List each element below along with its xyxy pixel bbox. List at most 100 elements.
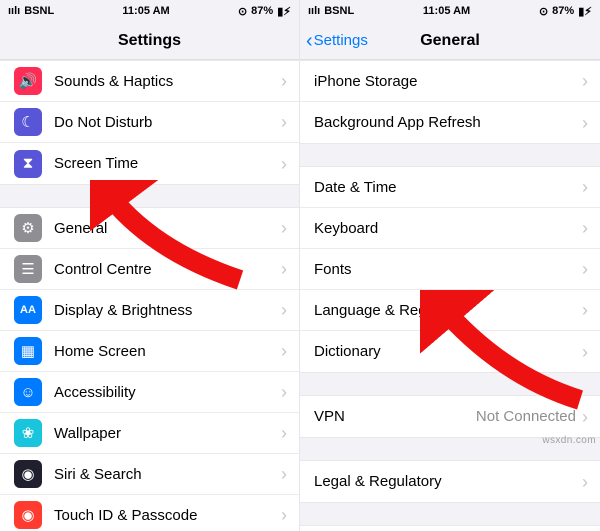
status-bar: ıılı BSNL 11:05 AM ⊙ 87% ▮⚡︎ [0, 0, 299, 22]
chevron-right-icon: › [281, 506, 287, 524]
signal-bars-icon: ıılı [8, 5, 20, 17]
gear-icon: ⚙︎ [14, 214, 42, 242]
general-group-reset: Reset › [300, 525, 600, 531]
chevron-right-icon: › [281, 465, 287, 483]
row-label: Sounds & Haptics [54, 73, 281, 90]
row-label: Control Centre [54, 261, 281, 278]
watermark: wsxdn.com [542, 435, 596, 446]
group-gap [300, 144, 600, 166]
row-reset[interactable]: Reset › [300, 526, 600, 531]
chevron-right-icon: › [582, 72, 588, 90]
row-wallpaper[interactable]: ❀ Wallpaper › [0, 413, 299, 454]
row-label: Legal & Regulatory [314, 473, 582, 490]
screen-settings: ıılı BSNL 11:05 AM ⊙ 87% ▮⚡︎ Settings 🔊 … [0, 0, 300, 531]
fingerprint-icon: ◉ [14, 501, 42, 529]
alarm-icon: ⊙ [238, 5, 247, 18]
row-date-time[interactable]: Date & Time › [300, 167, 600, 208]
settings-scroll[interactable]: 🔊 Sounds & Haptics › ☾ Do Not Disturb › … [0, 60, 299, 531]
group-gap [300, 503, 600, 525]
chevron-right-icon: › [281, 72, 287, 90]
row-legal-regulatory[interactable]: Legal & Regulatory › [300, 461, 600, 502]
row-accessibility[interactable]: ☺︎ Accessibility › [0, 372, 299, 413]
battery-percent: 87% [251, 5, 273, 17]
general-group-storage: iPhone Storage › Background App Refresh … [300, 60, 600, 144]
row-vpn[interactable]: VPN Not Connected › [300, 396, 600, 437]
home-icon: ▦ [14, 337, 42, 365]
general-group-legal: Legal & Regulatory › [300, 460, 600, 503]
row-label: Do Not Disturb [54, 114, 281, 131]
row-label: VPN [314, 408, 476, 425]
row-label: Home Screen [54, 343, 281, 360]
alarm-icon: ⊙ [539, 5, 548, 18]
row-label: Fonts [314, 261, 582, 278]
sliders-icon: ☰ [14, 255, 42, 283]
chevron-right-icon: › [281, 260, 287, 278]
row-label: Language & Region [314, 302, 582, 319]
wallpaper-icon: ❀ [14, 419, 42, 447]
row-background-app-refresh[interactable]: Background App Refresh › [300, 102, 600, 143]
chevron-right-icon: › [281, 301, 287, 319]
chevron-right-icon: › [582, 301, 588, 319]
row-label: General [54, 220, 281, 237]
row-iphone-storage[interactable]: iPhone Storage › [300, 61, 600, 102]
row-language-region[interactable]: Language & Region › [300, 290, 600, 331]
chevron-right-icon: › [582, 114, 588, 132]
row-label: Siri & Search [54, 466, 281, 483]
row-screen-time[interactable]: ⧗ Screen Time › [0, 143, 299, 184]
row-siri-search[interactable]: ◉ Siri & Search › [0, 454, 299, 495]
group-gap [300, 373, 600, 395]
row-dictionary[interactable]: Dictionary › [300, 331, 600, 372]
row-control-centre[interactable]: ☰ Control Centre › [0, 249, 299, 290]
row-label: Accessibility [54, 384, 281, 401]
chevron-left-icon: ‹ [306, 31, 313, 51]
row-label: iPhone Storage [314, 73, 582, 90]
siri-icon: ◉ [14, 460, 42, 488]
row-home-screen[interactable]: ▦ Home Screen › [0, 331, 299, 372]
clock: 11:05 AM [423, 5, 470, 17]
row-label: Display & Brightness [54, 302, 281, 319]
row-label: Wallpaper [54, 425, 281, 442]
screentime-icon: ⧗ [14, 150, 42, 178]
general-group-prefs: Date & Time › Keyboard › Fonts › Languag… [300, 166, 600, 373]
row-fonts[interactable]: Fonts › [300, 249, 600, 290]
chevron-right-icon: › [582, 178, 588, 196]
row-label: Screen Time [54, 155, 281, 172]
clock: 11:05 AM [122, 5, 169, 17]
sounds-icon: 🔊 [14, 67, 42, 95]
carrier-label: BSNL [324, 5, 354, 17]
battery-icon: ▮⚡︎ [578, 5, 592, 18]
back-label: Settings [314, 32, 368, 49]
row-touchid-passcode[interactable]: ◉ Touch ID & Passcode › [0, 495, 299, 531]
row-value: Not Connected [476, 408, 576, 425]
battery-icon: ▮⚡︎ [277, 5, 291, 18]
row-keyboard[interactable]: Keyboard › [300, 208, 600, 249]
chevron-right-icon: › [582, 219, 588, 237]
row-sounds[interactable]: 🔊 Sounds & Haptics › [0, 61, 299, 102]
chevron-right-icon: › [281, 155, 287, 173]
screen-general: ıılı BSNL 11:05 AM ⊙ 87% ▮⚡︎ ‹ Settings … [300, 0, 600, 531]
row-do-not-disturb[interactable]: ☾ Do Not Disturb › [0, 102, 299, 143]
chevron-right-icon: › [582, 343, 588, 361]
row-display-brightness[interactable]: AA Display & Brightness › [0, 290, 299, 331]
dnd-icon: ☾ [14, 108, 42, 136]
row-label: Keyboard [314, 220, 582, 237]
settings-group-1: 🔊 Sounds & Haptics › ☾ Do Not Disturb › … [0, 60, 299, 185]
chevron-right-icon: › [281, 219, 287, 237]
group-gap [0, 185, 299, 207]
page-title: General [420, 32, 480, 50]
row-general[interactable]: ⚙︎ General › [0, 208, 299, 249]
chevron-right-icon: › [281, 342, 287, 360]
row-label: Date & Time [314, 179, 582, 196]
general-scroll[interactable]: iPhone Storage › Background App Refresh … [300, 60, 600, 531]
nav-bar: Settings [0, 22, 299, 60]
chevron-right-icon: › [281, 424, 287, 442]
chevron-right-icon: › [582, 473, 588, 491]
nav-bar: ‹ Settings General [300, 22, 600, 60]
status-bar: ıılı BSNL 11:05 AM ⊙ 87% ▮⚡︎ [300, 0, 600, 22]
row-label: Dictionary [314, 343, 582, 360]
back-button[interactable]: ‹ Settings [306, 31, 368, 51]
settings-group-2: ⚙︎ General › ☰ Control Centre › AA Displ… [0, 207, 299, 531]
carrier-label: BSNL [24, 5, 54, 17]
row-label: Background App Refresh [314, 114, 582, 131]
display-icon: AA [14, 296, 42, 324]
